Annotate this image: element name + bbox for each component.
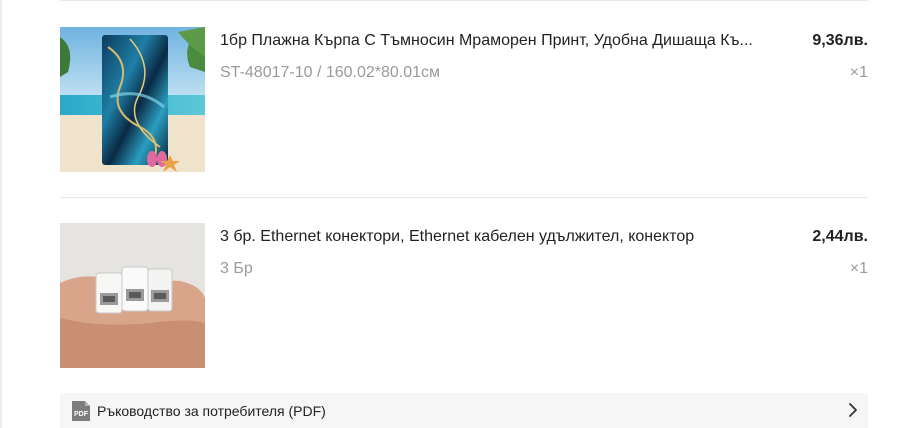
- divider: [60, 0, 868, 1]
- order-item[interactable]: 1бр Плажна Кърпа С Тъмносин Мраморен При…: [60, 27, 868, 173]
- product-price: 2,44лв.: [812, 228, 868, 245]
- product-image[interactable]: [60, 27, 205, 172]
- product-title[interactable]: 1бр Плажна Кърпа С Тъмносин Мраморен При…: [220, 31, 800, 51]
- product-variant: 3 Бр: [220, 260, 253, 277]
- product-quantity: ×1: [849, 260, 868, 277]
- left-border: [0, 0, 2, 428]
- user-manual-link[interactable]: PDF Ръководство за потребителя (PDF): [60, 393, 868, 428]
- product-quantity: ×1: [849, 64, 868, 81]
- ethernet-connectors-image: [60, 223, 205, 368]
- beach-towel-image: [60, 27, 205, 172]
- user-manual-label: Ръководство за потребителя (PDF): [97, 403, 326, 419]
- divider: [60, 197, 868, 198]
- pdf-icon-text: PDF: [74, 411, 89, 418]
- product-price: 9,36лв.: [812, 32, 868, 49]
- pdf-icon: PDF: [72, 401, 90, 421]
- product-image[interactable]: [60, 223, 205, 368]
- order-items-page: 1бр Плажна Кърпа С Тъмносин Мраморен При…: [0, 0, 917, 428]
- order-item[interactable]: 3 бр. Ethernet конектори, Ethernet кабел…: [60, 223, 868, 369]
- product-variant: ST-48017-10 / 160.02*80.01см: [220, 64, 441, 81]
- chevron-right-icon: [849, 403, 857, 417]
- product-title[interactable]: 3 бр. Ethernet конектори, Ethernet кабел…: [220, 227, 800, 247]
